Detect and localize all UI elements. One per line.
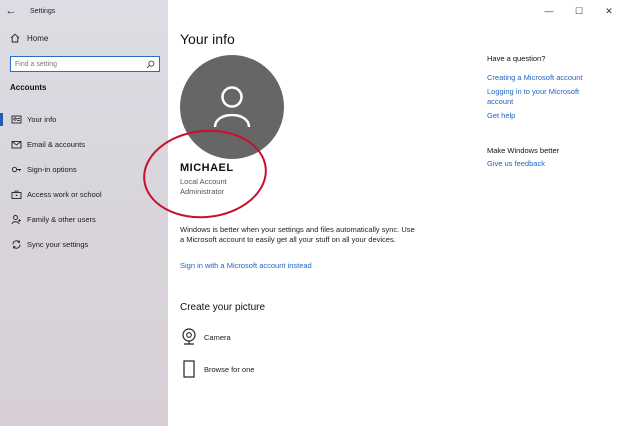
sidebar-item-label: Email & accounts (27, 140, 85, 149)
mail-icon (10, 139, 22, 151)
briefcase-icon (10, 189, 22, 201)
user-name: MICHAEL (180, 162, 234, 174)
home-icon (10, 33, 20, 43)
key-icon (10, 164, 22, 176)
microsoft-account-link[interactable]: Sign in with a Microsoft account instead (180, 261, 312, 270)
sidebar-nav: Your info Email & accounts Sign-in optio… (0, 107, 168, 257)
create-picture-heading: Create your picture (180, 302, 266, 313)
creating-account-link[interactable]: Creating a Microsoft account (487, 73, 617, 83)
sync-description: Windows is better when your settings and… (180, 225, 415, 244)
sync-icon (10, 239, 22, 251)
sidebar-item-label: Your info (27, 115, 57, 124)
person-card-icon (10, 114, 22, 126)
sidebar-item-access-work[interactable]: Access work or school (0, 182, 168, 207)
search-icon[interactable] (144, 58, 156, 70)
search-box[interactable]: Find a setting (10, 56, 160, 72)
sidebar-item-email-accounts[interactable]: Email & accounts (0, 132, 168, 157)
related-links: Have a question? Creating a Microsoft ac… (487, 54, 617, 169)
sidebar-item-label: Sync your settings (27, 240, 89, 249)
back-button[interactable]: ← (0, 0, 22, 22)
sidebar-item-label: Family & other users (27, 215, 96, 224)
browse-label: Browse for one (204, 364, 255, 374)
accounts-heading: Accounts (10, 83, 47, 92)
sidebar-item-sign-in-options[interactable]: Sign-in options (0, 157, 168, 182)
question-heading: Have a question? (487, 54, 546, 63)
browse-option[interactable]: Browse for one (180, 359, 254, 379)
camera-option[interactable]: Camera (180, 327, 231, 347)
person-add-icon (10, 214, 22, 226)
feedback-heading: Make Windows better (487, 146, 560, 155)
account-type: Local Account (180, 177, 227, 186)
logging-in-link[interactable]: Logging in to your Microsoft account (487, 87, 597, 107)
browse-file-icon (180, 359, 198, 379)
back-arrow-icon: ← (5, 5, 17, 17)
get-help-link[interactable]: Get help (487, 111, 617, 121)
user-silhouette-icon (213, 86, 251, 128)
app-title: Settings (30, 7, 56, 15)
sidebar-item-label: Sign-in options (27, 165, 77, 174)
sidebar-item-sync-settings[interactable]: Sync your settings (0, 232, 168, 257)
sidebar-item-your-info[interactable]: Your info (0, 107, 168, 132)
camera-icon (180, 327, 198, 347)
feedback-link[interactable]: Give us feedback (487, 159, 617, 169)
search-input[interactable]: Find a setting (15, 61, 144, 68)
account-role: Administrator (180, 187, 225, 196)
sidebar-item-family-users[interactable]: Family & other users (0, 207, 168, 232)
home-label: Home (27, 33, 49, 43)
camera-label: Camera (204, 332, 231, 342)
avatar (180, 55, 284, 159)
home-link[interactable]: Home (10, 33, 48, 43)
sidebar: ← Settings Home Find a setting Accounts … (0, 0, 168, 426)
page-title: Your info (180, 31, 235, 47)
sidebar-item-label: Access work or school (27, 190, 102, 199)
title-bar: ← Settings (0, 0, 168, 22)
main-content: Your info MICHAEL Local Account Administ… (168, 0, 624, 426)
